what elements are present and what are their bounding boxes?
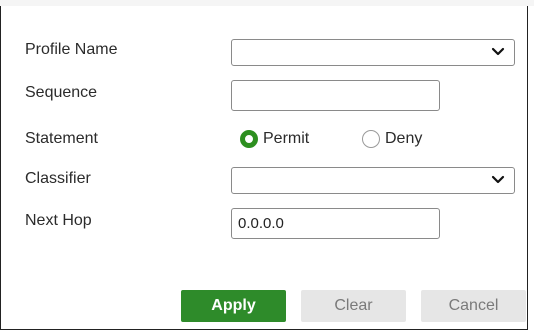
radio-unchecked-icon <box>362 130 380 148</box>
chevron-down-icon <box>491 175 505 184</box>
chevron-down-icon <box>491 47 505 56</box>
cancel-button[interactable]: Cancel <box>421 290 526 322</box>
apply-button[interactable]: Apply <box>181 290 286 322</box>
next-hop-label: Next Hop <box>25 212 92 229</box>
profile-name-label: Profile Name <box>25 41 118 58</box>
permit-radio-label: Permit <box>263 130 310 147</box>
sequence-input[interactable] <box>231 80 440 111</box>
deny-radio-label: Deny <box>385 130 423 147</box>
statement-label: Statement <box>25 130 98 147</box>
classifier-select[interactable] <box>231 167 515 194</box>
clear-button[interactable]: Clear <box>301 290 406 322</box>
radio-checked-icon <box>240 130 258 148</box>
profile-name-select[interactable] <box>231 39 515 66</box>
classifier-label: Classifier <box>25 170 91 187</box>
next-hop-input[interactable]: 0.0.0.0 <box>231 208 440 239</box>
sequence-label: Sequence <box>25 84 98 101</box>
